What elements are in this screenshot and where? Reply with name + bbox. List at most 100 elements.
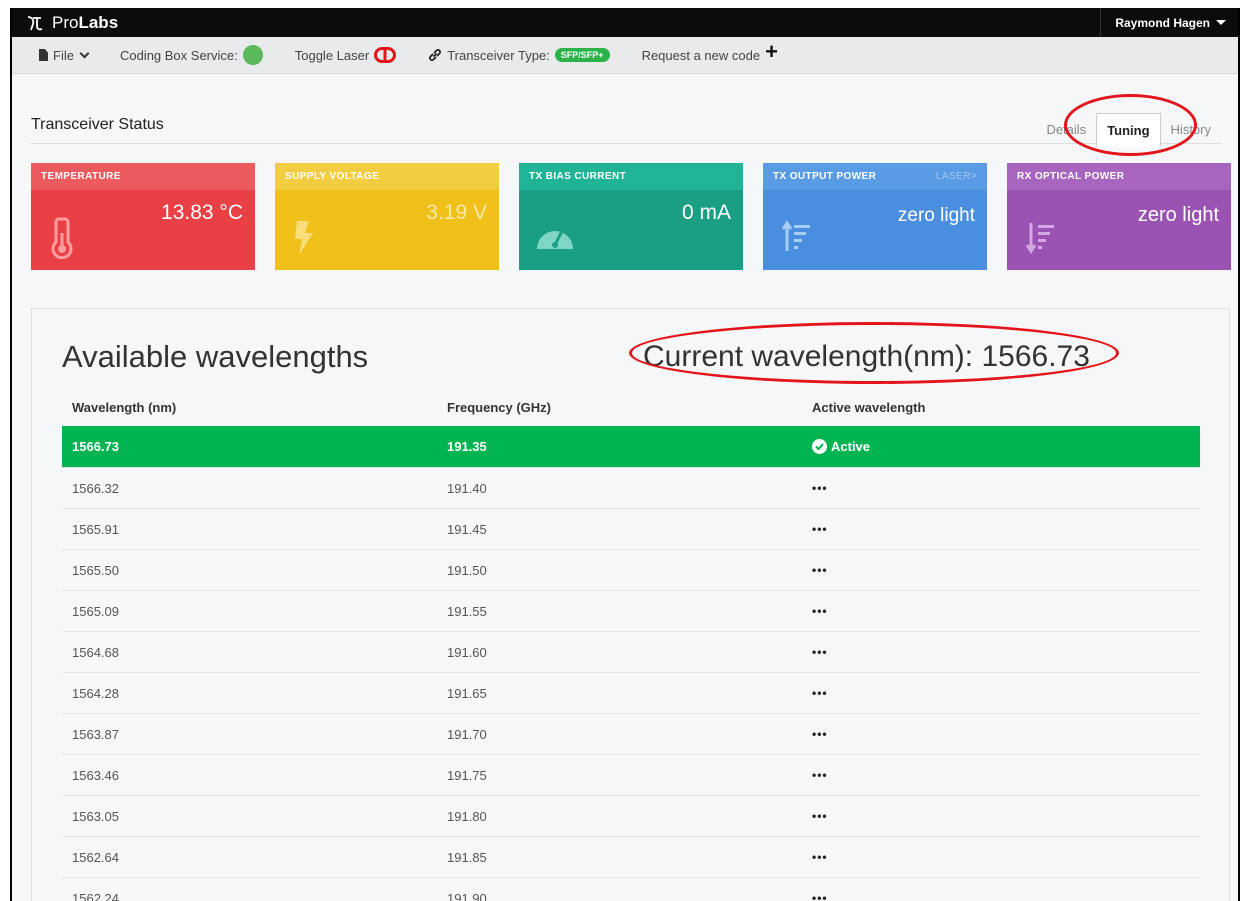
more-options-icon[interactable]: ••• [812,686,828,700]
wavelength-cell: 1565.91 [72,521,119,537]
card-value: 0 mA [681,201,731,224]
toggle-laser-icon [374,47,397,63]
metric-cards: TEMPERATURE 13.83 °C SUPPLY VOLTAGE 3.19… [31,163,1231,270]
active-cell[interactable]: ••• [802,481,1200,495]
card-value: 3.19 V [426,201,487,224]
active-cell[interactable]: ••• [802,522,1200,536]
table-row[interactable]: 1566.73 191.35 Active [62,426,1200,467]
tab-tuning[interactable]: Tuning [1096,113,1161,147]
rx-power-icon [1025,223,1054,254]
frequency-cell: 191.70 [447,726,487,742]
active-cell[interactable]: ••• [802,891,1200,901]
transceiver-type-badge: SFP/SFP+ [554,48,610,62]
laser-label[interactable]: LASER> [936,171,977,182]
more-options-icon[interactable]: ••• [812,727,828,741]
more-options-icon[interactable]: ••• [812,604,828,618]
table-row[interactable]: 1565.09 191.55 ••• [62,590,1200,631]
table-row[interactable]: 1563.87 191.70 ••• [62,713,1200,754]
table-row[interactable]: 1564.28 191.65 ••• [62,672,1200,713]
card-title: SUPPLY VOLTAGE [285,171,380,182]
card-title: TX OUTPUT POWER [773,171,877,182]
wavelength-cell: 1562.64 [72,849,119,865]
more-options-icon[interactable]: ••• [812,891,828,901]
plus-icon: + [765,38,778,64]
wavelength-cell: 1565.50 [72,562,119,578]
table-row[interactable]: 1566.32 191.40 ••• [62,467,1200,508]
card-value: 13.83 °C [161,201,243,224]
wavelength-cell: 1565.09 [72,603,119,619]
rx-optical-power-card: RX OPTICAL POWER zero light [1007,163,1231,270]
user-menu[interactable]: Raymond Hagen [1100,8,1226,37]
table-row[interactable]: 1565.91 191.45 ••• [62,508,1200,549]
request-code-button[interactable]: Request a new code + [642,38,778,64]
more-options-icon[interactable]: ••• [812,850,828,864]
active-cell[interactable]: ••• [802,727,1200,741]
temperature-card: TEMPERATURE 13.83 °C [31,163,255,270]
table-header: Wavelength (nm) Frequency (GHz) Active w… [62,389,1200,426]
table-row[interactable]: 1562.64 191.85 ••• [62,836,1200,877]
wavelength-cell: 1564.28 [72,685,119,701]
active-cell[interactable]: ••• [802,563,1200,577]
frequency-cell: 191.75 [447,767,487,783]
frequency-cell: 191.65 [447,685,487,701]
caret-down-icon [1216,20,1226,25]
table-row[interactable]: 1565.50 191.50 ••• [62,549,1200,590]
brand-logo[interactable]: ProLabs [26,13,118,33]
page-title: Transceiver Status [31,116,164,133]
file-menu[interactable]: File [39,48,90,63]
check-circle-icon [812,439,827,454]
frequency-cell: 191.60 [447,644,487,660]
table-body: 1566.73 191.35 Active 1566.32 191.40 ••• 1565.… [62,426,1200,901]
column-header-wavelength: Wavelength (nm) [72,400,177,415]
card-title: TEMPERATURE [41,171,121,182]
tx-bias-current-card: TX BIAS CURRENT 0 mA [519,163,743,270]
active-cell[interactable]: Active [802,439,1200,454]
card-value: zero light [897,205,975,226]
coding-box-label: Coding Box Service: [119,47,238,63]
link-icon [429,49,442,61]
transceiver-type[interactable]: Transceiver Type: SFP/SFP+ [428,47,610,63]
table-row[interactable]: 1563.46 191.75 ••• [62,754,1200,795]
active-cell[interactable]: ••• [802,768,1200,782]
chevron-down-icon [79,48,90,58]
transceiver-type-label: Transceiver Type: [447,47,550,63]
current-wavelength: Current wavelength(nm): 1566.73 [643,340,1090,373]
wavelength-cell: 1563.05 [72,808,119,824]
active-cell[interactable]: ••• [802,809,1200,823]
frequency-cell: 191.50 [447,562,487,578]
supply-voltage-card: SUPPLY VOLTAGE 3.19 V [275,163,499,270]
tab-details[interactable]: Details [1036,113,1096,147]
column-header-active: Active wavelength [812,400,926,415]
table-row[interactable]: 1563.05 191.80 ••• [62,795,1200,836]
section-title: Available wavelengths [62,339,369,374]
active-cell[interactable]: ••• [802,686,1200,700]
frequency-cell: 191.45 [447,521,487,537]
user-name: Raymond Hagen [1115,15,1210,30]
card-value: zero light [1137,204,1219,226]
app-window: ProLabs Raymond Hagen File Coding Box Se… [10,8,1240,901]
active-label: Active [831,439,871,454]
frequency-cell: 191.80 [447,808,487,824]
toggle-laser-button[interactable]: Toggle Laser [295,47,397,63]
table-row[interactable]: 1564.68 191.60 ••• [62,631,1200,672]
more-options-icon[interactable]: ••• [812,522,828,536]
active-cell[interactable]: ••• [802,645,1200,659]
prolabs-logo-icon [27,15,43,30]
more-options-icon[interactable]: ••• [812,563,828,577]
tab-history[interactable]: History [1161,113,1221,147]
brand-name-bold: Labs [78,12,119,32]
coding-box-service[interactable]: Coding Box Service: [120,45,263,65]
more-options-icon[interactable]: ••• [812,481,828,495]
more-options-icon[interactable]: ••• [812,809,828,823]
more-options-icon[interactable]: ••• [812,768,828,782]
card-title: TX BIAS CURRENT [529,171,627,182]
more-options-icon[interactable]: ••• [812,645,828,659]
table-row[interactable]: 1562.24 191.90 ••• [62,877,1200,901]
active-cell[interactable]: ••• [802,604,1200,618]
tx-output-power-card: TX OUTPUT POWER LASER> zero light [763,163,987,270]
file-icon [39,49,48,61]
gauge-icon [537,230,573,249]
frequency-cell: 191.40 [447,480,487,496]
active-cell[interactable]: ••• [802,850,1200,864]
frequency-cell: 191.90 [447,890,487,901]
